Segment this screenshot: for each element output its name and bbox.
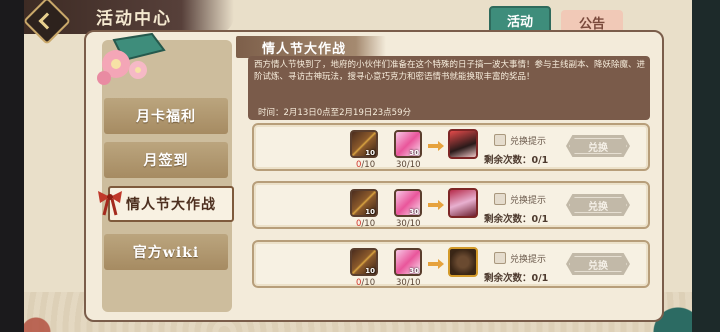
character-portrait-icon[interactable]	[448, 188, 478, 218]
love-letter-icon[interactable]: 30	[394, 248, 422, 276]
character-portrait-icon[interactable]	[448, 129, 478, 159]
need-count: /10	[361, 160, 376, 170]
owned-count: 30	[396, 219, 407, 229]
need-count: /10	[406, 160, 421, 170]
event-description: 西方情人节快到了，地府的小伙伴们准备在这个特殊的日子搞一波大事情！参与主线副本、…	[254, 60, 646, 82]
arrow-right-icon	[428, 200, 444, 210]
chocolate-box-icon[interactable]: 10	[350, 189, 378, 217]
love-letter-icon[interactable]: 30	[394, 189, 422, 217]
right-frame-border	[692, 0, 720, 332]
item-qty: 10	[365, 208, 375, 216]
corner-flower-deco	[24, 292, 84, 332]
item-qty: 30	[409, 149, 419, 157]
redeem-button[interactable]: 兑换	[566, 194, 630, 216]
item-count: 0/10	[356, 219, 375, 229]
item-qty: 10	[365, 267, 375, 275]
item-count: 0/10	[356, 278, 375, 288]
arrow-right-icon	[428, 141, 444, 151]
item-count: 0/10	[356, 160, 375, 170]
event-time: 时间：2月13日0点至2月19日23点59分	[258, 108, 411, 118]
item-qty: 10	[365, 149, 375, 157]
item-count: 30/10	[396, 278, 421, 288]
hint-checkbox[interactable]	[494, 252, 506, 264]
need-count: /10	[406, 219, 421, 229]
remaining-count: 剩余次数：0/1	[484, 155, 549, 166]
hint-label: 兑换提示	[510, 255, 547, 265]
hint-checkbox[interactable]	[494, 134, 506, 146]
page-title: 活动中心	[96, 9, 172, 29]
sidebar-item-official-wiki[interactable]: 官方wiki	[104, 234, 228, 270]
owned-count: 30	[396, 160, 407, 170]
remaining-count: 剩余次数：0/1	[484, 214, 549, 225]
back-diamond-icon	[38, 12, 56, 30]
left-frame-border	[0, 0, 24, 332]
redeem-button[interactable]: 兑换	[566, 135, 630, 157]
flower-fan-icon	[97, 32, 166, 85]
chocolate-box-icon[interactable]: 10	[350, 248, 378, 276]
sidebar-item-monthly-card[interactable]: 月卡福利	[104, 98, 228, 134]
item-qty: 30	[409, 208, 419, 216]
hint-label: 兑换提示	[510, 137, 547, 147]
sidebar-item-valentine-event[interactable]: 情人节大作战	[108, 186, 234, 222]
item-count: 30/10	[396, 160, 421, 170]
remaining-count: 剩余次数：0/1	[484, 273, 549, 284]
owned-count: 30	[396, 278, 407, 288]
sidebar-item-monthly-signin[interactable]: 月签到	[104, 142, 228, 178]
event-title: 情人节大作战	[262, 42, 347, 57]
chocolate-box-icon[interactable]: 10	[350, 130, 378, 158]
redeem-button[interactable]: 兑换	[566, 253, 630, 275]
treasure-item-icon[interactable]	[448, 247, 478, 277]
red-bow-icon	[98, 191, 122, 216]
need-count: /10	[406, 278, 421, 288]
item-count: 30/10	[396, 219, 421, 229]
need-count: /10	[361, 278, 376, 288]
item-qty: 30	[409, 267, 419, 275]
arrow-right-icon	[428, 259, 444, 269]
hint-label: 兑换提示	[510, 196, 547, 206]
hint-checkbox[interactable]	[494, 193, 506, 205]
love-letter-icon[interactable]: 30	[394, 130, 422, 158]
need-count: /10	[361, 219, 376, 229]
